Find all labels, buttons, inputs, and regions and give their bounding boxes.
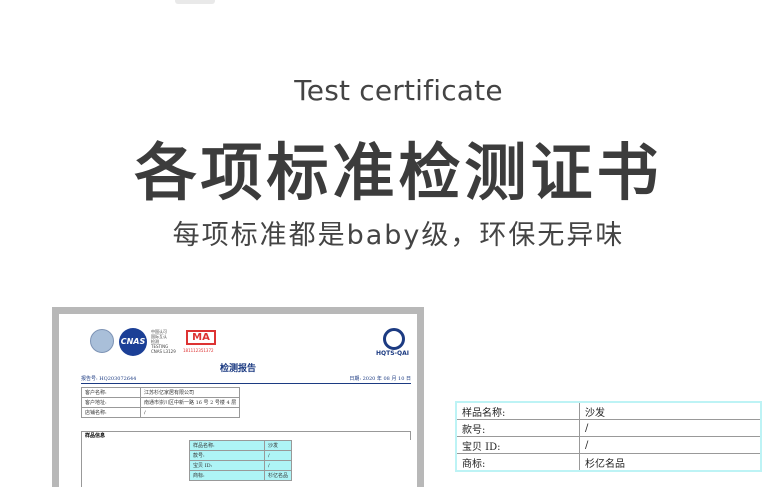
report-meta: 报告号: HQ203072644 日期: 2020 年 08 月 10 日 xyxy=(81,375,411,384)
table-row: 客户地址: 南通市崇川区中新一路 16 号 2 号楼 4 层 xyxy=(81,397,241,408)
table-row: 商标: 杉亿名品 xyxy=(455,453,762,472)
report-number: 报告号: HQ203072644 xyxy=(81,376,137,382)
table-row: 样品名称: 沙发 xyxy=(455,401,762,420)
zoomed-sample-table: 样品名称: 沙发 款号: / 宝贝 ID: / 商标: 杉亿名品 xyxy=(455,401,762,472)
top-decor-bar xyxy=(175,0,215,4)
subtitle-english: Test certificate xyxy=(294,74,503,107)
table-row: 宝贝 ID: / xyxy=(189,460,293,471)
report-date: 日期: 2020 年 08 月 10 日 xyxy=(349,376,411,382)
sample-info-table: 样品名称: 沙发 款号: / 宝贝 ID: / 商标: 杉亿名品 xyxy=(189,440,293,481)
cnas-logo-icon: CNAS xyxy=(119,328,147,356)
sample-left-column xyxy=(81,440,190,487)
tagline: 每项标准都是baby级，环保无异味 xyxy=(172,220,625,251)
hqts-logo-icon xyxy=(383,328,405,350)
certificate-document: CNAS 中国认可 国际互认 检测 TESTING CNAS L3129 MA … xyxy=(59,314,417,487)
table-row: 宝贝 ID: / xyxy=(455,436,762,454)
ma-logo-icon: MA xyxy=(186,330,216,345)
ma-number: 181112351372 xyxy=(183,348,214,353)
client-info-table: 客户名称: 江苏杉亿家居有限公司 客户地址: 南通市崇川区中新一路 16 号 2… xyxy=(81,387,241,418)
sample-info-header: 样品信息 xyxy=(81,431,411,440)
cnas-caption: 中国认可 国际互认 检测 TESTING CNAS L3129 xyxy=(151,329,176,354)
page-title: 各项标准检测证书 xyxy=(134,136,663,209)
hqts-label: HQTS-QAI xyxy=(375,350,409,357)
report-title: 检测报告 xyxy=(219,364,256,374)
ilac-logo-icon xyxy=(90,329,114,353)
table-row: 店铺名称: / xyxy=(81,407,241,418)
certificate-frame: CNAS 中国认可 国际互认 检测 TESTING CNAS L3129 MA … xyxy=(52,307,424,487)
table-row: 样品名称: 沙发 xyxy=(189,440,293,451)
table-row: 商标: 杉亿名品 xyxy=(189,470,293,481)
table-row: 款号: / xyxy=(455,419,762,437)
table-row: 客户名称: 江苏杉亿家居有限公司 xyxy=(81,387,241,398)
table-row: 款号: / xyxy=(189,450,293,461)
